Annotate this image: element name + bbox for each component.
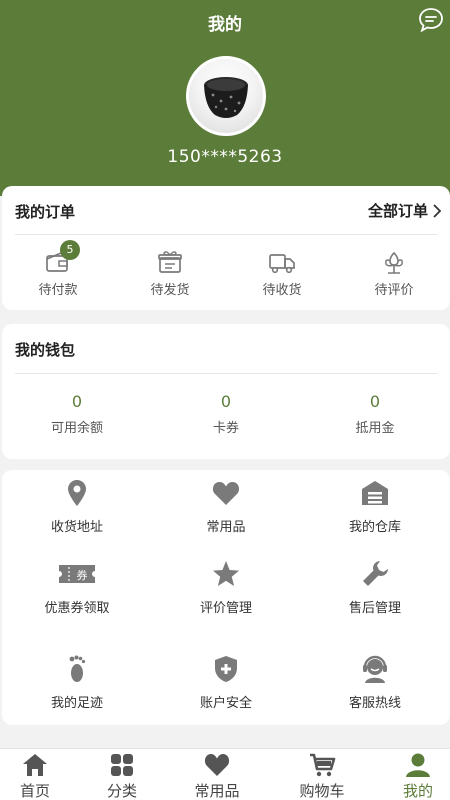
- wallet-balance[interactable]: 0 可用余额: [2, 392, 152, 436]
- tool-label: 优惠券领取: [44, 601, 110, 616]
- order-item-label: 待发货: [150, 283, 190, 298]
- all-orders-label: 全部订单: [367, 202, 428, 220]
- coupon-icon: 券: [59, 565, 95, 583]
- order-pending-review[interactable]: 待评价: [338, 248, 450, 298]
- order-item-label: 待付款: [38, 283, 78, 298]
- tab-cart[interactable]: 购物车: [277, 752, 367, 800]
- tool-label: 常用品: [206, 520, 246, 535]
- tab-mine[interactable]: 我的: [373, 752, 450, 800]
- tea-cup-image: [204, 77, 248, 118]
- user-icon: [406, 753, 430, 777]
- heart-icon: [204, 754, 230, 776]
- flower-icon: [385, 251, 403, 274]
- tab-label: 购物车: [299, 782, 345, 800]
- chevron-right-icon: [433, 203, 442, 218]
- tool-label: 评价管理: [199, 601, 252, 616]
- tab-home[interactable]: 首页: [0, 752, 80, 800]
- divider: [15, 234, 437, 235]
- wallet-label: 可用余额: [50, 421, 103, 436]
- heart-icon: [212, 482, 240, 505]
- tool-review-management[interactable]: 评价管理: [151, 559, 301, 616]
- tool-favorites[interactable]: 常用品: [151, 478, 301, 535]
- shield-icon: [215, 656, 237, 682]
- page-title: 我的: [208, 15, 242, 35]
- wallet-label: 抵用金: [355, 421, 395, 436]
- tool-warehouse[interactable]: 我的仓库: [300, 478, 450, 535]
- wallet-coupons[interactable]: 0 卡券: [151, 392, 301, 436]
- bottom-tab-bar: 首页 分类 常用品 购物车 我的: [0, 748, 450, 800]
- order-pending-receipt[interactable]: 待收货: [226, 248, 338, 298]
- cart-icon: [310, 753, 336, 777]
- tool-footprints[interactable]: 我的足迹: [2, 654, 152, 711]
- customer-service-icon: [363, 655, 387, 683]
- wrench-icon: [363, 561, 388, 586]
- wallet-value: 0: [71, 392, 83, 411]
- orders-card: 我的订单 全部订单 5 待付款 待发货 待收货 待评价: [2, 186, 450, 310]
- tool-label: 售后管理: [348, 601, 401, 616]
- order-item-label: 待收货: [262, 283, 302, 298]
- wallet-label: 卡券: [212, 421, 239, 436]
- tool-coupon-claim[interactable]: 券 优惠券领取: [2, 559, 152, 616]
- tool-label: 客服热线: [348, 696, 401, 711]
- tool-label: 我的足迹: [50, 696, 103, 711]
- tab-label: 分类: [106, 782, 137, 800]
- tab-category[interactable]: 分类: [77, 752, 167, 800]
- order-pending-shipment[interactable]: 待发货: [114, 248, 226, 298]
- wallet-value: 0: [369, 392, 381, 411]
- phone-number: 150****5263: [167, 147, 283, 167]
- tool-account-security[interactable]: 账户安全: [151, 654, 301, 711]
- wallet-card: 我的钱包 0 可用余额 0 卡券 0 抵用金: [2, 324, 450, 459]
- tab-label: 我的: [402, 782, 433, 800]
- tool-label: 我的仓库: [348, 520, 401, 535]
- all-orders-link[interactable]: 全部订单: [368, 200, 442, 221]
- home-icon: [23, 754, 47, 776]
- tool-label: 账户安全: [199, 696, 252, 711]
- tab-favorites[interactable]: 常用品: [172, 752, 262, 800]
- wallet-value: 0: [220, 392, 232, 411]
- profile-header: 我的 150****5263: [0, 0, 450, 196]
- avatar[interactable]: [186, 56, 266, 136]
- warehouse-icon: [362, 481, 388, 505]
- pending-payment-badge: 5: [60, 240, 80, 260]
- tool-service-hotline[interactable]: 客服热线: [300, 654, 450, 711]
- svg-text:券: 券: [77, 568, 88, 582]
- star-icon: [213, 561, 239, 586]
- footprint-icon: [69, 655, 86, 682]
- message-icon[interactable]: [418, 7, 444, 33]
- tool-after-sales[interactable]: 售后管理: [300, 559, 450, 616]
- orders-title: 我的订单: [15, 203, 76, 221]
- gift-box-icon: [158, 251, 182, 273]
- services-card: 收货地址 常用品 我的仓库 券 优惠券领取 评价管理 售后管理 我的足迹 账户安…: [2, 470, 450, 725]
- tab-label: 常用品: [194, 782, 240, 800]
- tool-label: 收货地址: [50, 520, 103, 535]
- tab-label: 首页: [19, 782, 50, 800]
- order-item-label: 待评价: [374, 283, 414, 298]
- tool-shipping-address[interactable]: 收货地址: [2, 478, 152, 535]
- order-pending-payment[interactable]: 5 待付款: [2, 240, 114, 298]
- truck-icon: [269, 254, 295, 274]
- grid-icon: [111, 754, 133, 776]
- wallet-title: 我的钱包: [15, 341, 76, 359]
- wallet-credit[interactable]: 0 抵用金: [300, 392, 450, 436]
- location-pin-icon: [68, 480, 86, 506]
- divider: [15, 373, 437, 374]
